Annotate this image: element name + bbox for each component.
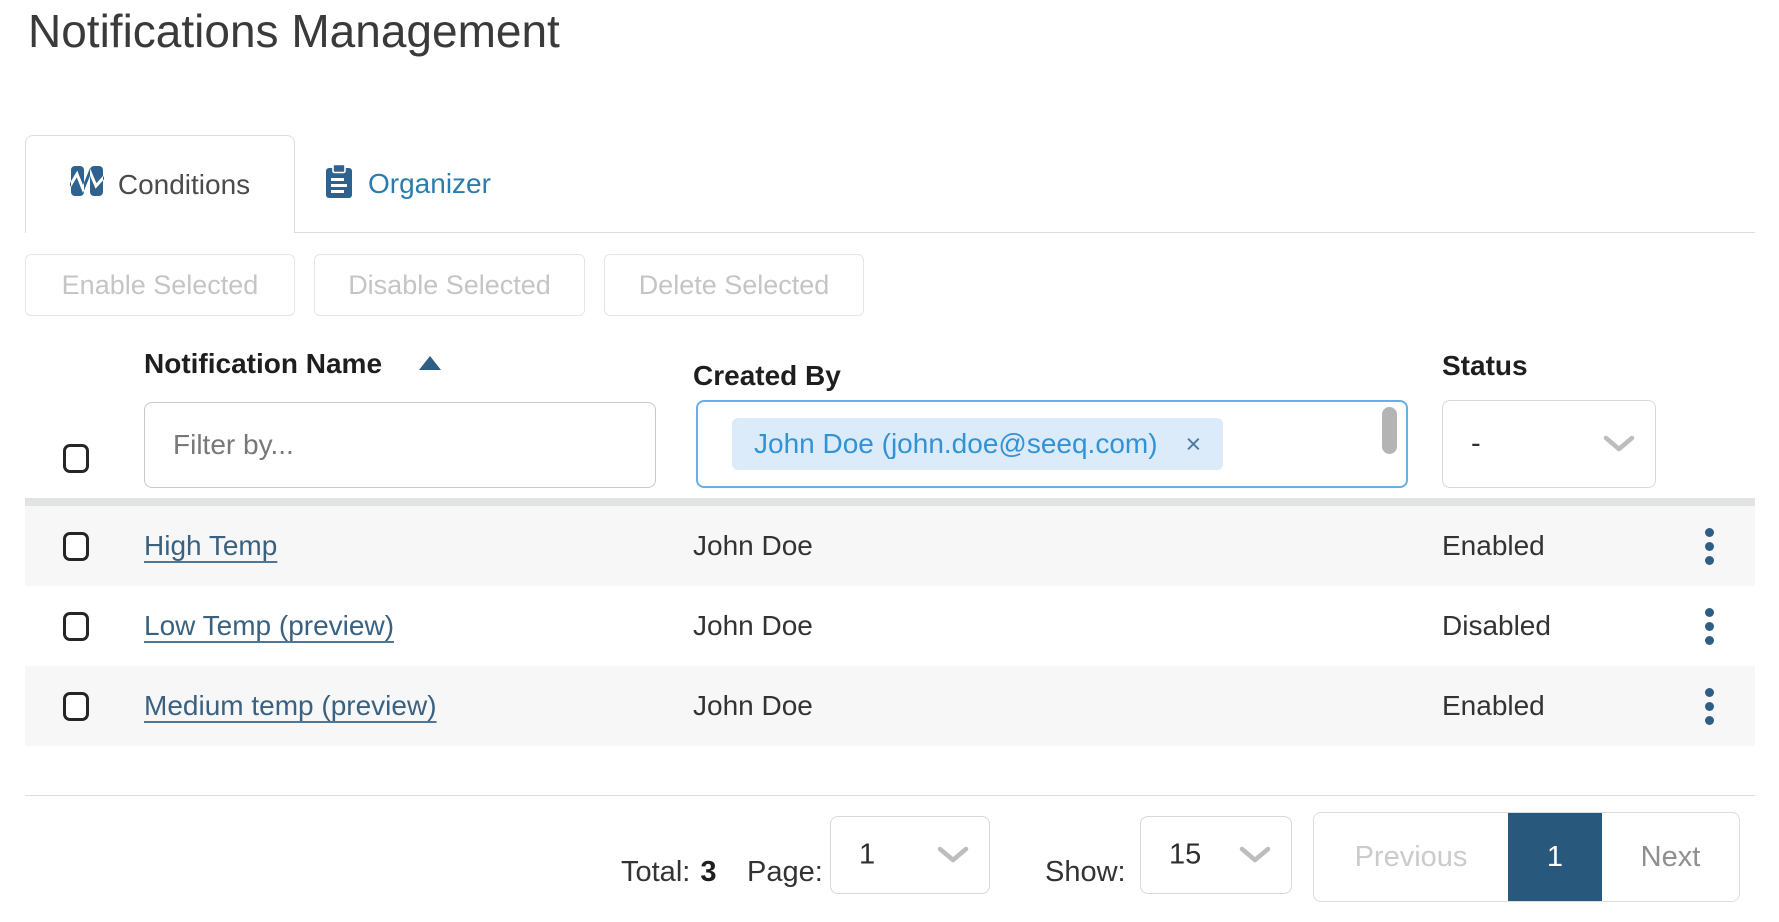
pagination: Previous 1 Next [1313,812,1740,902]
row-checkbox[interactable] [63,612,89,641]
row-checkbox[interactable] [63,692,89,721]
table-header-divider [25,498,1755,506]
row-checkbox[interactable] [63,532,89,561]
chevron-down-icon [1603,435,1635,453]
notifications-management-page: Notifications Management Conditions [0,0,1779,922]
total-count: Total: 3 [621,856,716,889]
disable-selected-button[interactable]: Disable Selected [314,254,585,316]
tab-conditions-label: Conditions [118,169,250,201]
status-cell: Enabled [1442,690,1545,722]
created-by-filter-input[interactable]: John Doe (john.doe@seeq.com) × [696,400,1408,488]
row-actions-menu-button[interactable] [1687,680,1731,732]
delete-selected-button[interactable]: Delete Selected [604,254,864,316]
total-label: Total: [621,856,690,889]
row-actions-menu-button[interactable] [1687,600,1731,652]
sort-ascending-icon[interactable] [419,356,441,370]
table-row: High Temp John Doe Enabled [25,506,1755,586]
chip-remove-button[interactable]: × [1186,431,1202,458]
organizer-icon [324,163,354,206]
status-filter-select[interactable]: - [1442,400,1656,488]
table-row: Medium temp (preview) John Doe Enabled [25,666,1755,746]
footer-divider [25,795,1755,796]
previous-page-button[interactable]: Previous [1314,813,1508,901]
enable-selected-button[interactable]: Enable Selected [25,254,295,316]
table-row: Low Temp (preview) John Doe Disabled [25,586,1755,666]
conditions-icon [70,164,104,205]
column-header-status[interactable]: Status [1442,350,1528,382]
current-page-button[interactable]: 1 [1508,813,1602,901]
notification-link[interactable]: High Temp [144,530,277,562]
row-actions-menu-button[interactable] [1687,520,1731,572]
status-cell: Enabled [1442,530,1545,562]
show-select-value: 15 [1169,839,1201,872]
created-by-cell: John Doe [693,690,813,722]
created-by-cell: John Doe [693,530,813,562]
select-all-checkbox[interactable] [63,444,89,473]
created-by-chip: John Doe (john.doe@seeq.com) × [732,418,1223,470]
kebab-icon [1705,608,1714,645]
chevron-down-icon [1239,846,1271,864]
show-select[interactable]: 15 [1140,816,1292,894]
notification-link[interactable]: Low Temp (preview) [144,610,394,642]
page-title: Notifications Management [28,4,560,58]
column-header-created-by[interactable]: Created By [693,360,841,392]
kebab-icon [1705,528,1714,565]
tab-organizer-label: Organizer [368,168,491,200]
total-value: 3 [700,856,716,889]
status-cell: Disabled [1442,610,1551,642]
notification-name-filter-input[interactable] [144,402,656,488]
created-by-cell: John Doe [693,610,813,642]
page-label: Page: [747,856,823,889]
notification-link[interactable]: Medium temp (preview) [144,690,437,722]
column-header-notification-name[interactable]: Notification Name [144,348,382,380]
created-by-chip-label: John Doe (john.doe@seeq.com) [754,428,1158,460]
chevron-down-icon [937,846,969,864]
page-select[interactable]: 1 [830,816,990,894]
status-filter-value: - [1471,428,1481,461]
tab-organizer[interactable]: Organizer [300,135,515,233]
scrollbar-thumb[interactable] [1382,407,1397,454]
kebab-icon [1705,688,1714,725]
tab-conditions[interactable]: Conditions [25,135,295,233]
page-select-value: 1 [859,839,875,872]
next-page-button[interactable]: Next [1602,813,1739,901]
show-label: Show: [1045,856,1126,889]
